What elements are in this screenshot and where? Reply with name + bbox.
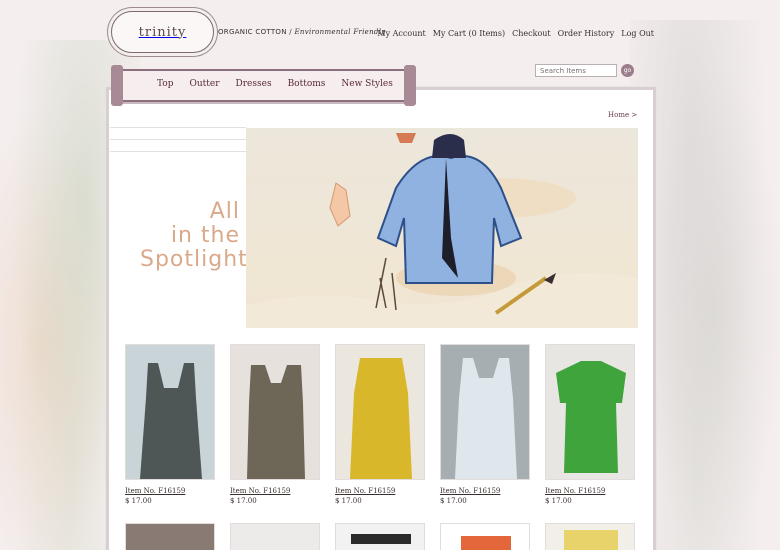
product-image-row2[interactable] (545, 523, 635, 550)
account-nav: My Account My Cart (0 Items) Checkout Or… (377, 29, 654, 38)
product-card[interactable]: Item No. F16159 $ 17.00 (335, 344, 425, 505)
garment-strap (351, 534, 411, 544)
nav-new-styles[interactable]: New Styles (341, 79, 392, 89)
garment-image (336, 345, 424, 479)
tagline-main: ORGANIC COTTON / (218, 28, 292, 36)
logo[interactable]: trinity (111, 11, 214, 53)
garment-image (441, 345, 529, 479)
sidebar-lines (110, 127, 246, 163)
product-price: $ 17.00 (230, 497, 257, 505)
nav-top[interactable]: Top (157, 79, 173, 89)
product-image[interactable] (125, 344, 215, 480)
my-cart-link[interactable]: My Cart (0 Items) (433, 29, 505, 38)
product-image-row2[interactable] (440, 523, 530, 550)
product-name-link[interactable]: Item No. F16159 (440, 487, 530, 495)
spotlight-line-1: All (209, 199, 240, 224)
product-card[interactable]: Item No. F16159 $ 17.00 (230, 344, 320, 505)
sidebar-line (110, 139, 246, 151)
product-name-link[interactable]: Item No. F16159 (125, 487, 215, 495)
nav-dresses[interactable]: Dresses (236, 79, 272, 89)
product-name-link[interactable]: Item No. F16159 (230, 487, 320, 495)
garment-body (461, 536, 511, 550)
my-account-link[interactable]: My Account (377, 29, 425, 38)
product-image-row2[interactable] (125, 523, 215, 550)
garment-image (231, 345, 319, 479)
garment-image (126, 345, 214, 479)
product-price: $ 17.00 (125, 497, 152, 505)
nav-outter[interactable]: Outter (189, 79, 219, 89)
spotlight-banner-image[interactable] (246, 128, 638, 328)
product-image[interactable] (545, 344, 635, 480)
product-image[interactable] (440, 344, 530, 480)
spotlight-line-3: Spotlight (140, 247, 248, 273)
search-input[interactable] (535, 64, 617, 77)
tagline: ORGANIC COTTON / Environmental Friendly (218, 28, 386, 36)
product-price: $ 17.00 (545, 497, 572, 505)
sidebar-line (110, 151, 246, 163)
tagline-emphasis: Environmental Friendly (294, 28, 386, 36)
spotlight-heading: All in the Spotlight (140, 199, 248, 273)
product-price: $ 17.00 (335, 497, 362, 505)
product-image[interactable] (230, 344, 320, 480)
product-image[interactable] (335, 344, 425, 480)
main-nav: Top Outter Dresses Bottoms New Styles (157, 79, 393, 89)
breadcrumb-home[interactable]: Home > (608, 111, 637, 119)
product-name-link[interactable]: Item No. F16159 (335, 487, 425, 495)
log-out-link[interactable]: Log Out (621, 29, 654, 38)
banner-illustration (246, 133, 638, 328)
product-card[interactable]: Item No. F16159 $ 17.00 (125, 344, 215, 505)
product-name-link[interactable]: Item No. F16159 (545, 487, 635, 495)
sidebar-line (110, 127, 246, 139)
product-image-row2[interactable] (230, 523, 320, 550)
product-image-row2[interactable] (335, 523, 425, 550)
order-history-link[interactable]: Order History (558, 29, 615, 38)
product-card[interactable]: Item No. F16159 $ 17.00 (545, 344, 635, 505)
logo-text: trinity (138, 24, 187, 40)
search-go-button[interactable]: go (621, 64, 634, 77)
garment-body (564, 530, 618, 550)
checkout-link[interactable]: Checkout (512, 29, 551, 38)
product-price: $ 17.00 (440, 497, 467, 505)
search-bar: go (535, 64, 634, 77)
product-card[interactable]: Item No. F16159 $ 17.00 (440, 344, 530, 505)
garment-image (546, 345, 634, 479)
spotlight-line-2: in the (170, 223, 240, 249)
nav-bottoms[interactable]: Bottoms (288, 79, 326, 89)
